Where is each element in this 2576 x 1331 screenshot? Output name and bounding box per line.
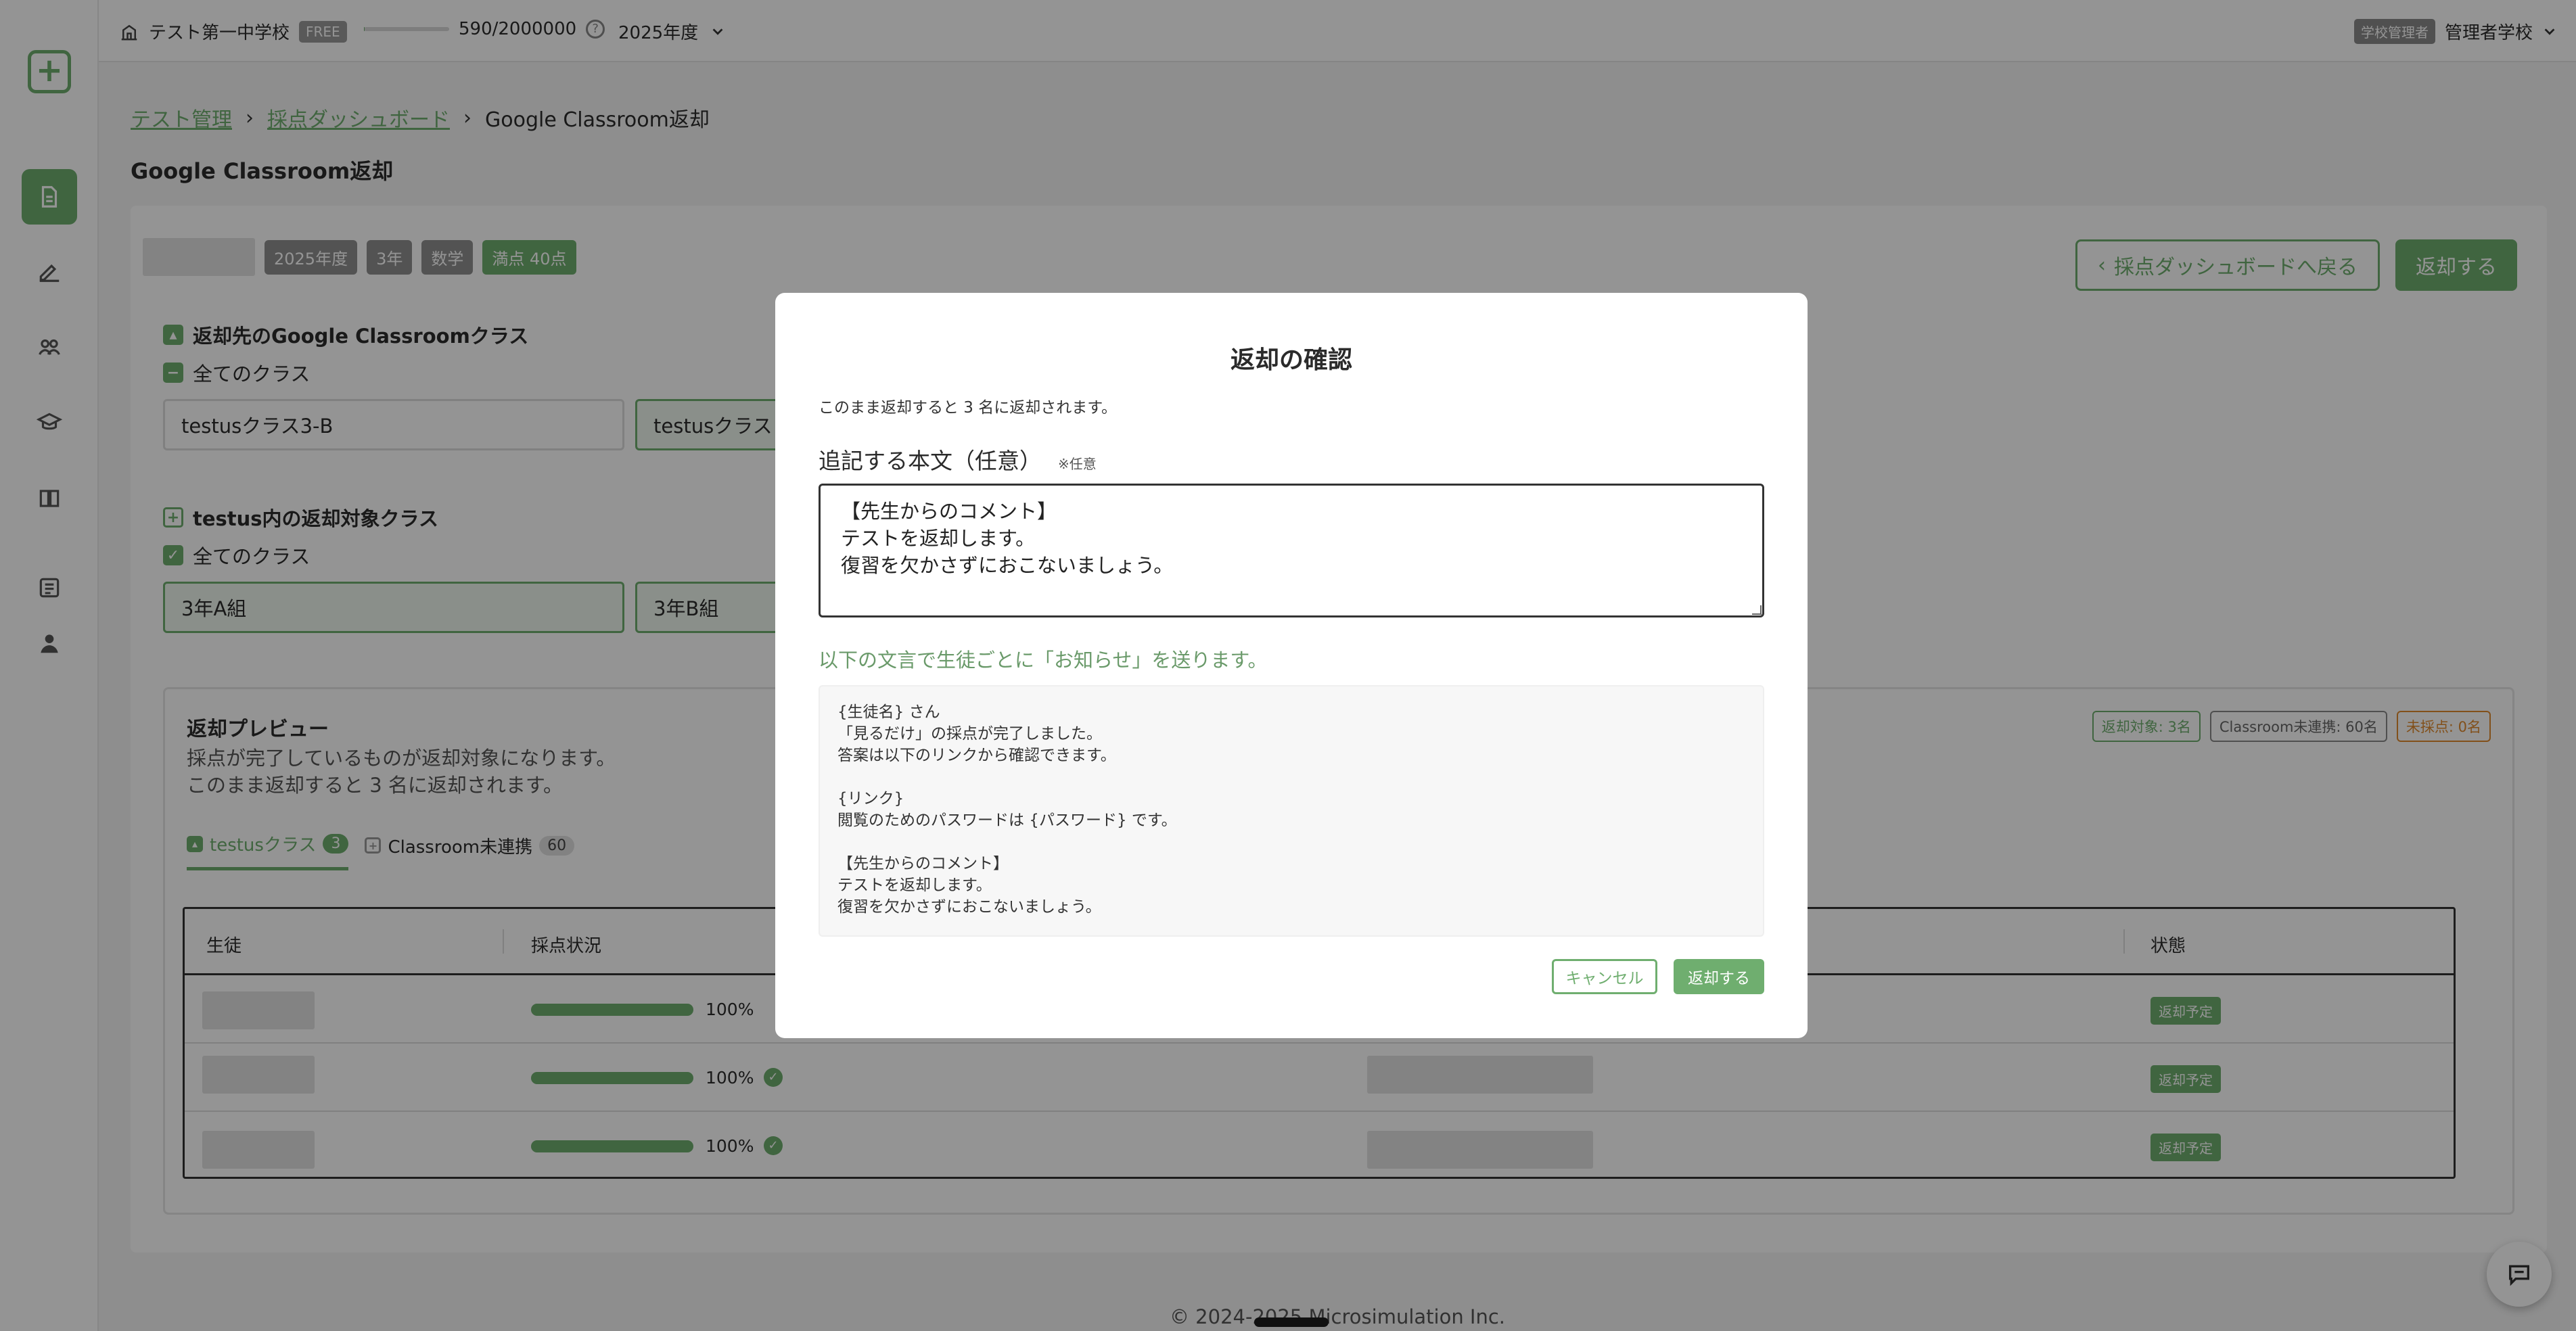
notice-preview: {生徒名} さん 「見るだけ」の採点が完了しました。 答案は以下のリンクから確認… [819,685,1764,937]
comment-label-text: 追記する本文（任意） [819,448,1042,474]
notice-description: 以下の文言で生徒ごとに「お知らせ」を送ります。 [819,649,1268,672]
resize-handle-icon[interactable] [1752,605,1762,615]
optional-note: ※任意 [1058,456,1097,472]
dialog-title: 返却の確認 [1230,346,1352,374]
return-confirm-dialog: 返却の確認 このまま返却すると 3 名に返却されます。 追記する本文（任意） ※… [775,293,1808,1038]
home-indicator [1254,1317,1329,1327]
cancel-button[interactable]: キャンセル [1552,959,1657,994]
confirm-return-button[interactable]: 返却する [1674,959,1764,994]
comment-textarea[interactable]: 【先生からのコメント】 テストを返却します。 復習を欠かさずにおこないましょう。 [819,484,1764,617]
comment-field-label: 追記する本文（任意） ※任意 [819,443,1097,475]
dialog-intro: このまま返却すると 3 名に返却されます。 [819,399,1117,417]
